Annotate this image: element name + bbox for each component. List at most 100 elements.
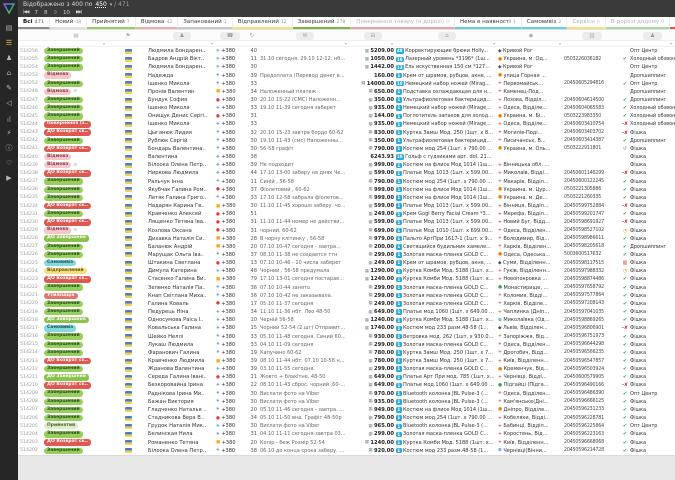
logo[interactable] [3,3,15,14]
range-caret-icon[interactable]: ▾ [110,2,113,8]
dashboard-icon[interactable]: ▤ [2,22,16,35]
table-row[interactable]: 514254ЗавершенийЛюдмила Бондарен..✳+3803… [18,63,675,71]
integrations-icon[interactable]: ⚡ [2,127,16,140]
table-row[interactable]: 514239Відмова⊙Білоока Олена Петр..✳+3803… [18,161,675,169]
table-row[interactable]: 514204ЗавершенийБелинская Нила✳+3803104.… [18,430,675,438]
table-row[interactable]: 514244Повернення (з..Іщенко Микола✳+3803… [18,120,675,128]
table-row[interactable]: 514237ЗавершенийРальчук Інна✳+38011Синій… [18,178,675,186]
info-icon[interactable]: ⓘ [2,142,16,155]
table-row[interactable]: 514217СамовивізКовальська Галина✳+38015Ч… [18,324,675,332]
status-badge[interactable]: ДО Завершено [44,317,89,323]
tab-Повернення товару (в дорозі)[interactable]: Повернення товару (в дорозі)0 [351,17,455,29]
status-badge[interactable]: Завершений [44,407,83,413]
video-icon[interactable]: ▶ [2,172,16,185]
table-row[interactable]: 514253ВідмоваНадежда✳+38039Предоплата (П… [18,71,675,79]
status-badge[interactable]: Завершений [44,366,83,372]
status-badge[interactable]: Самовивіз [44,325,76,331]
table-row[interactable]: 514208ЗавершенийБажан Виктория✳+38030Вис… [18,398,675,406]
status-badge[interactable]: ДО Возврат ск.. [44,203,91,209]
tab-В дорозі додому[interactable]: В дорозі додому0 [606,17,670,29]
table-row[interactable]: 514243ДО Возврат ск..Цыганюк Лидия✳+3803… [18,129,675,137]
status-badge[interactable]: Відправлений [44,268,87,274]
status-badge[interactable]: ДО Возврат ск.. [44,129,91,135]
status-badge[interactable]: Завершений [44,113,83,119]
status-badge[interactable]: ДО Возврат ск.. [44,276,91,282]
table-row[interactable]: 514206ЗавершенийСтадникова Вера В..●+380… [18,414,675,422]
status-badge[interactable]: Відмова [44,89,71,95]
tab-Новий[interactable]: Новий48 [50,17,87,29]
status-badge[interactable]: ДО Завершено [44,235,89,241]
status-badge[interactable]: Відмова [44,162,71,168]
status-badge[interactable]: Завершений [44,105,83,111]
table-row[interactable]: 514218ДО ЗавершеноОдносумова Раіса І..✳+… [18,316,675,324]
table-row[interactable]: 514252ЗавершенийІщенко Микола✳+38033▦140… [18,80,675,88]
status-badge[interactable]: ДО Завершено [44,374,89,380]
table-row[interactable]: 514212ЗавершенийЖданова Валентина✳+38039… [18,365,675,373]
page-button-7[interactable]: 7 [34,9,38,17]
table-row[interactable]: 514205ПрийнятийГрудок Наталія Мик..✳+380… [18,422,675,430]
table-row[interactable]: 514207ЗавершенийГладченко Наталья ..✳+38… [18,406,675,414]
status-badge[interactable]: Завершений [44,301,83,307]
status-badge[interactable]: Завершений [44,211,83,217]
status-badge[interactable]: Завершений [44,195,83,201]
table-row[interactable]: 514236ЗавершенийЯкубчак Галина Ром..●+38… [18,186,675,194]
table-row[interactable]: 514219ЗавершенийПедурець Ніна✳+3803411.1… [18,308,675,316]
status-badge[interactable]: Завершений [44,415,83,421]
page-button-8[interactable]: 8 [44,9,48,17]
tab-Нема в наявності[interactable]: Нема в наявності1 [455,17,522,29]
status-badge[interactable]: Завершений [44,138,83,144]
table-row[interactable]: 514231ЗавершенийКравченко Алексей●+38051… [18,210,675,218]
table-row[interactable]: 514240ВідмоваВалентина✳+380386243.9310Го… [18,153,675,161]
tab-Всі[interactable]: Всі471 [18,17,50,29]
tab-Сервіси[interactable]: Сервіси0 [567,17,605,29]
table-row[interactable]: 514241ДО Возврат ск..Бондарь Валентина..… [18,145,675,153]
table-row[interactable]: 514255ЗавершенийБадров Андрій Вікт..✳+38… [18,55,675,63]
status-badge[interactable]: Завершений [44,333,83,339]
table-row[interactable]: 514235ЗавершенийЛетяк Галина Григо..✳+38… [18,194,675,202]
table-row[interactable]: 514210ДО Возврат ск..Безкоровайна Ірина✳… [18,381,675,389]
status-badge[interactable]: Завершений [44,399,83,405]
table-row[interactable]: 514229Відмова⊙Козлова Оксана●+38031чорни… [18,226,675,234]
table-row[interactable]: 514228ДО ЗавершеноДихавка Наталія Си..■+… [18,235,675,243]
marketing-icon[interactable]: ✎ [2,82,16,95]
status-badge[interactable]: Завершений [44,252,83,258]
table-row[interactable]: 514211ДО ЗавершеноСереда Галина Івані..●… [18,373,675,381]
status-badge[interactable]: Завершений [44,448,83,454]
status-badge[interactable]: Завершений [44,342,83,348]
clients-icon[interactable]: ♟ [2,52,16,65]
table-row[interactable]: 514245ЗавершенийОнищук Денис Сергі..●+38… [18,112,675,120]
last-page-button[interactable]: ▶▶| [76,9,81,17]
tab-Самовивіз[interactable]: Самовивіз2 [522,17,568,29]
status-badge[interactable]: Повернення (з.. [44,121,91,127]
status-badge[interactable]: Завершений [44,431,83,437]
table-row[interactable]: 514213ДО Возврат ск..Кравченко Людмила■+… [18,357,675,365]
table-row[interactable]: 514227ЗавершенийБаланюк Андрій■+3802007.… [18,243,675,251]
table-row[interactable]: 514248Відмова⊙Пронів Валентин■+38034Нало… [18,88,675,96]
status-badge[interactable]: Завершений [44,350,83,356]
status-badge[interactable]: Завершений [44,64,83,70]
table-row[interactable]: 514221УтилізаціяКнап Світлана Миха..✳+38… [18,292,675,300]
table-row[interactable]: 514215ЗавершенийЛукаш Людмила✳+3803304.1… [18,341,675,349]
table-row[interactable]: 514230ДО Возврат ск..Лященко Тетяна Іва.… [18,218,675,226]
table-row[interactable]: 514256ЗавершенийЛюдмила Бондарен..✳+3804… [18,47,675,55]
status-badge[interactable]: ДО Возврат ск.. [44,439,91,445]
status-badge[interactable]: Завершений [44,244,83,250]
table-row[interactable]: 514234ДО Возврат ск..Надарян Карина Гв..… [18,202,675,210]
tab-Повернення ([interactable]: Повернення ( [670,17,675,29]
tab-Запакований[interactable]: Запакований1 [178,17,233,29]
first-page-button[interactable]: |◀◀ [23,9,28,17]
status-badge[interactable]: Завершений [44,309,83,315]
table-row[interactable]: 514246ЗавершенийІщенко Микола✳+3803319.1… [18,104,675,112]
status-badge[interactable]: ДО Возврат ск.. [44,382,91,388]
status-badge[interactable]: Прийнятий [44,423,78,429]
status-badge[interactable]: ДО Возврат ск.. [44,170,91,176]
status-badge[interactable]: Завершений [44,81,83,87]
range-end-value[interactable]: 450 [95,1,106,8]
status-badge[interactable]: Завершений [44,48,83,54]
table-row[interactable]: 514203ДО Возврат ск..Романенко Тетяна■+3… [18,439,675,447]
team-icon[interactable]: ⌂ [2,67,16,80]
status-badge[interactable]: Самовивіз [44,260,76,266]
table-row[interactable]: 514202ЗавершенийБілоока Олена Петр..✳+38… [18,447,675,455]
tab-Завершений[interactable]: Завершений278 [293,17,352,29]
status-badge[interactable]: Завершений [44,284,83,290]
